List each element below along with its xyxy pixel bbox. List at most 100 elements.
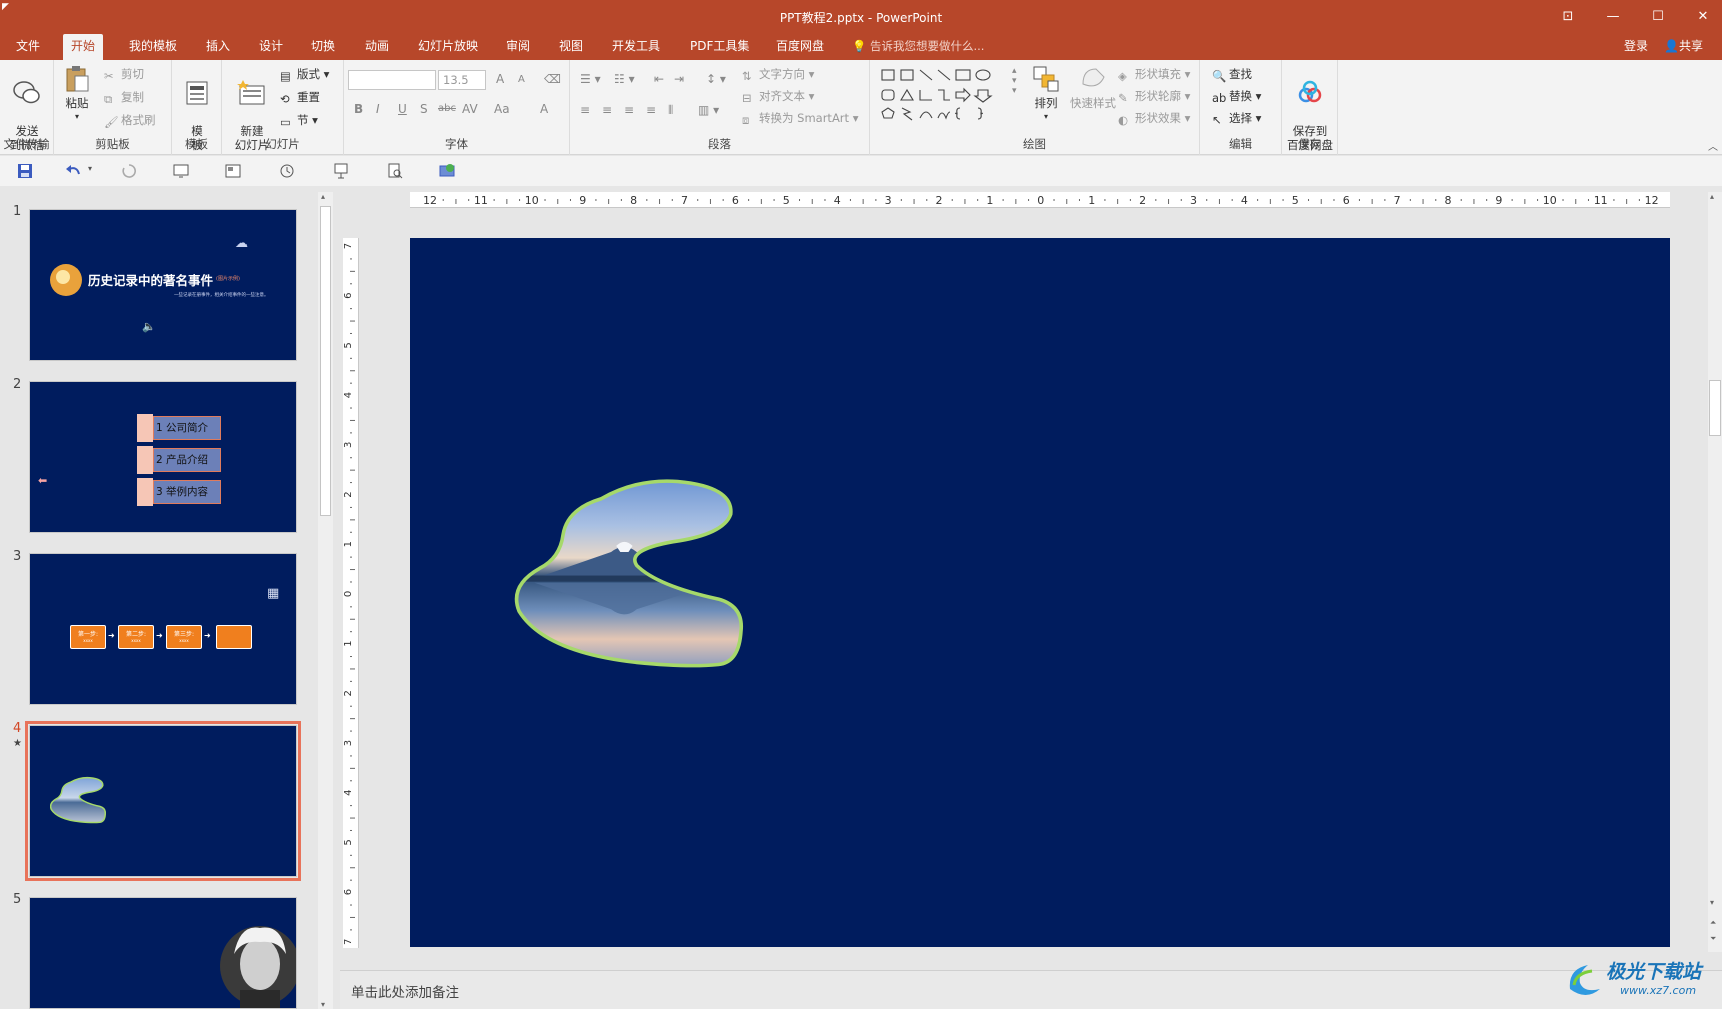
ruler-label: 3 (343, 740, 354, 746)
clear-format-icon[interactable]: ⌫ (544, 72, 561, 86)
tab-design[interactable]: 设计 (251, 34, 291, 60)
collapse-ribbon-icon[interactable]: ︿ (1708, 138, 1718, 153)
current-slide-canvas[interactable] (410, 238, 1670, 947)
tab-my-templates[interactable]: 我的模板 (121, 34, 185, 60)
slide-thumbnail-3[interactable]: ▦ 第一步: xxxx ➜ 第二步: xxxx ➜ 第三步: xxxx ➜ (29, 553, 297, 705)
scroll-down-icon[interactable]: ▾ (1710, 898, 1714, 907)
slides-panel-scrollbar[interactable]: ▴ ▾ (318, 192, 333, 1009)
font-color-button[interactable]: A (540, 102, 548, 116)
tab-transitions[interactable]: 切换 (303, 34, 343, 60)
chevron-down-icon[interactable]: ▾ (88, 164, 92, 173)
scroll-up-icon[interactable]: ▴ (1710, 192, 1714, 201)
tab-insert[interactable]: 插入 (198, 34, 238, 60)
line-spacing-icon[interactable]: ↕ ▾ (706, 72, 726, 86)
bold-button[interactable]: B (354, 102, 363, 116)
format-painter-button[interactable]: 🖌 格式刷 (104, 112, 156, 129)
arrange-button[interactable]: 排列 ▾ (1028, 64, 1064, 124)
ruler-tick (1511, 199, 1513, 201)
scroll-down-icon[interactable]: ▾ (321, 1000, 325, 1009)
presenter-icon[interactable] (332, 162, 350, 180)
undo-icon[interactable] (64, 162, 82, 180)
align-text-button[interactable]: ⊟ 对齐文本 ▾ (742, 88, 814, 105)
align-center-icon[interactable]: ≡ (602, 103, 612, 117)
share-button[interactable]: 👤共享 (1664, 34, 1703, 58)
text-direction-button[interactable]: ⇅ 文字方向 ▾ (742, 66, 814, 83)
shapes-gallery[interactable] (880, 66, 1008, 126)
freeform-picture-shape[interactable] (514, 478, 744, 668)
notes-pane[interactable]: 单击此处添加备注 (340, 970, 1722, 1009)
section-button[interactable]: ▭ 节 ▾ (280, 112, 318, 129)
italic-button[interactable]: I (376, 102, 380, 116)
tell-me-search[interactable]: 💡 告诉我您想要做什么... (852, 34, 984, 58)
scroll-up-icon[interactable]: ▴ (321, 192, 325, 201)
close-button[interactable]: ✕ (1688, 6, 1718, 28)
redo-icon[interactable] (120, 162, 138, 180)
shadow-button[interactable]: S (420, 102, 428, 116)
tab-developer[interactable]: 开发工具 (604, 34, 668, 60)
ruler-tick (442, 199, 444, 201)
layout-button[interactable]: ▤ 版式 ▾ (280, 66, 329, 83)
paste-button[interactable]: 粘贴 ▾ (60, 64, 94, 124)
previous-slide-icon[interactable]: ⏶ (1710, 918, 1716, 928)
numbering-icon[interactable]: ☷ ▾ (614, 72, 635, 86)
font-family-select[interactable] (348, 70, 436, 90)
scrollbar-thumb[interactable] (1709, 380, 1721, 436)
char-spacing-button[interactable]: AV (462, 102, 478, 116)
rehearse-icon[interactable] (278, 162, 296, 180)
font-size-select[interactable]: 13.5 (438, 70, 486, 90)
slide-thumbnail-2[interactable]: 1 公司简介 2 产品介绍 3 举例内容 ⬅ (29, 381, 297, 533)
slide-view-icon[interactable] (224, 162, 242, 180)
grow-font-button[interactable]: A (496, 72, 504, 86)
shrink-font-button[interactable]: A (518, 74, 525, 85)
slide-thumbnail-1[interactable]: 历史记录中的著名事件 (图片示例) 一些记录在册事件，相关介绍事件的一些注意。 … (29, 209, 297, 361)
slide-thumbnail-4[interactable] (25, 721, 301, 881)
columns-icon[interactable]: ▥ ▾ (698, 103, 719, 117)
editor-scrollbar[interactable]: ▴ ▾ ⏶ ⏷ (1708, 192, 1722, 952)
ribbon-display-options-button[interactable]: ⊡ (1553, 6, 1583, 28)
ruler-tick (900, 199, 902, 201)
tab-view[interactable]: 视图 (551, 34, 591, 60)
save-icon[interactable] (16, 162, 34, 180)
maximize-button[interactable]: ☐ (1643, 6, 1673, 28)
shape-outline-button[interactable]: ✎ 形状轮廓 ▾ (1118, 88, 1190, 105)
justify-icon[interactable]: ≡ (646, 103, 656, 117)
from-beginning-icon[interactable] (172, 162, 190, 180)
convert-smartart-button[interactable]: ⧈ 转换为 SmartArt ▾ (742, 110, 858, 127)
cut-button[interactable]: ✂ 剪切 (104, 66, 144, 83)
title-bar: ◤ PPT教程2.pptx - PowerPoint ⊡ — ☐ ✕ (0, 0, 1722, 34)
decrease-indent-icon[interactable]: ⇤ (654, 72, 664, 86)
tab-review[interactable]: 审阅 (498, 34, 538, 60)
align-left-icon[interactable]: ≡ (580, 103, 590, 117)
shape-fill-button[interactable]: ◈ 形状填充 ▾ (1118, 66, 1190, 83)
reset-button[interactable]: ⟲ 重置 (280, 89, 320, 106)
increase-indent-icon[interactable]: ⇥ (674, 72, 684, 86)
distributed-icon[interactable]: ⦀ (668, 103, 673, 118)
ribbon-tab-bar: 文件 开始 我的模板 插入 设计 切换 动画 幻灯片放映 审阅 视图 开发工具 … (0, 34, 1722, 60)
ruler-tick (544, 199, 546, 201)
find-button[interactable]: 🔍 查找 (1212, 66, 1252, 83)
tab-animations[interactable]: 动画 (357, 34, 397, 60)
print-preview-icon[interactable] (386, 162, 404, 180)
copy-button[interactable]: ⧉ 复制 (104, 89, 144, 106)
tab-file[interactable]: 文件 (8, 34, 48, 60)
align-right-icon[interactable]: ≡ (624, 103, 634, 117)
customize-toolbar-icon[interactable] (438, 162, 456, 180)
gallery-scroll-icon[interactable]: ▴ ▾ ▾ (1012, 66, 1017, 96)
tab-slideshow[interactable]: 幻灯片放映 (410, 34, 486, 60)
underline-button[interactable]: U (398, 102, 407, 116)
tab-pdf-tools[interactable]: PDF工具集 (682, 34, 757, 60)
change-case-button[interactable]: Aa (494, 102, 510, 116)
next-slide-icon[interactable]: ⏷ (1710, 934, 1716, 944)
slide-thumbnail-5[interactable] (29, 897, 297, 1009)
tab-baidu-netdisk[interactable]: 百度网盘 (768, 34, 832, 60)
quick-styles-button[interactable]: 快速样式 (1066, 64, 1120, 110)
scrollbar-thumb[interactable] (320, 206, 331, 516)
minimize-button[interactable]: — (1598, 6, 1628, 28)
tab-home[interactable]: 开始 (63, 34, 104, 60)
strikethrough-button[interactable]: abc (438, 103, 456, 114)
login-link[interactable]: 登录 (1624, 34, 1648, 58)
bullets-icon[interactable]: ☰ ▾ (580, 72, 601, 86)
replace-button[interactable]: ab 替换 ▾ (1212, 88, 1261, 105)
select-button[interactable]: ↖ 选择 ▾ (1212, 110, 1261, 127)
shape-effects-button[interactable]: ◐ 形状效果 ▾ (1118, 110, 1190, 127)
